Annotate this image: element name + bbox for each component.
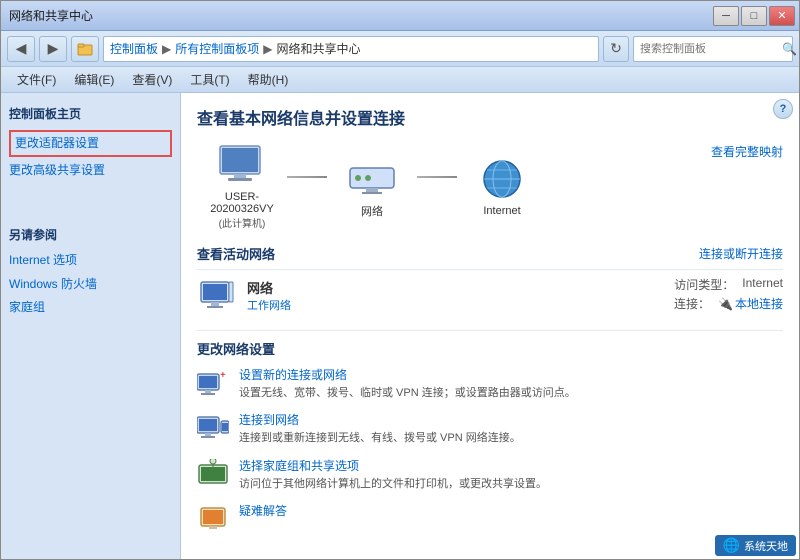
sidebar: 控制面板主页 更改适配器设置 更改高级共享设置 另请参阅 Internet 选项…: [1, 93, 181, 559]
watermark-text: 系统天地: [744, 538, 788, 554]
network-icon: [344, 155, 400, 199]
search-icon[interactable]: 🔍: [782, 42, 797, 56]
setting-item-1: 连接到网络 连接到或重新连接到无线、有线、拨号或 VPN 网络连接。: [197, 411, 783, 446]
connect-disconnect-link[interactable]: 连接或断开连接: [699, 245, 783, 262]
access-type-label: 访问类型：: [674, 276, 734, 293]
main-area: 控制面板主页 更改适配器设置 更改高级共享设置 另请参阅 Internet 选项…: [1, 93, 799, 559]
access-type-row: 访问类型： Internet: [674, 276, 783, 293]
sidebar-also-see: 另请参阅 Internet 选项 Windows 防火墙 家庭组: [9, 222, 172, 319]
menu-view[interactable]: 查看(V): [124, 69, 180, 90]
active-network-icon: [197, 277, 237, 313]
setting-content-2: 选择家庭组和共享选项 访问位于其他网络计算机上的文件和打印机，或更改共享设置。: [239, 457, 547, 492]
watermark-icon: 🌐: [723, 537, 740, 554]
breadcrumb-all-items[interactable]: 所有控制面板项: [175, 40, 259, 57]
computer-icon: [214, 143, 270, 187]
active-network-title: 查看活动网络: [197, 244, 275, 263]
net-line-1: [287, 176, 327, 178]
menu-tools[interactable]: 工具(T): [182, 69, 237, 90]
sidebar-link-internet-options[interactable]: Internet 选项: [9, 249, 172, 272]
internet-label: Internet: [483, 205, 520, 217]
net-line-2: [417, 176, 457, 178]
breadcrumb-control-panel[interactable]: 控制面板: [110, 40, 158, 57]
forward-button[interactable]: ▶: [39, 36, 67, 62]
breadcrumb: 控制面板 ▶ 所有控制面板项 ▶ 网络和共享中心: [103, 36, 599, 62]
view-full-map-link[interactable]: 查看完整映射: [711, 143, 783, 160]
watermark: 🌐 系统天地: [715, 535, 796, 556]
connection-icon: 🔌: [718, 297, 733, 311]
search-box: 🔍: [633, 36, 793, 62]
setting-link-3[interactable]: 疑难解答: [239, 502, 287, 519]
sidebar-main-title: 控制面板主页: [9, 105, 172, 122]
menu-file[interactable]: 文件(F): [9, 69, 64, 90]
active-network-details: 访问类型： Internet 连接： 🔌 本地连接: [674, 276, 783, 314]
connection-row: 连接： 🔌 本地连接: [674, 295, 783, 312]
setting-link-0[interactable]: 设置新的连接或网络: [239, 366, 576, 383]
setting-icon-0: +: [197, 366, 229, 398]
sidebar-link-adapter-settings[interactable]: 更改适配器设置: [9, 130, 172, 157]
setting-link-2[interactable]: 选择家庭组和共享选项: [239, 457, 547, 474]
menu-help[interactable]: 帮助(H): [240, 69, 297, 90]
menu-bar: 文件(F) 编辑(E) 查看(V) 工具(T) 帮助(H): [1, 67, 799, 93]
menu-edit[interactable]: 编辑(E): [66, 69, 122, 90]
sidebar-link-homegroup[interactable]: 家庭组: [9, 296, 172, 319]
connection-label: 连接：: [674, 295, 710, 312]
setting-content-0: 设置新的连接或网络 设置无线、宽带、拨号、临时或 VPN 连接；或设置路由器或访…: [239, 366, 576, 401]
active-network-main: 网络 工作网络: [247, 278, 674, 313]
minimize-button[interactable]: ─: [713, 6, 739, 26]
setting-desc-1: 连接到或重新连接到无线、有线、拨号或 VPN 网络连接。: [239, 432, 521, 444]
setting-content-1: 连接到网络 连接到或重新连接到无线、有线、拨号或 VPN 网络连接。: [239, 411, 521, 446]
network-label: 网络: [361, 203, 383, 219]
active-network-header: 查看活动网络 连接或断开连接: [197, 244, 783, 263]
access-type-value: Internet: [742, 276, 783, 293]
refresh-button[interactable]: ↻: [603, 36, 629, 62]
sidebar-link-firewall[interactable]: Windows 防火墙: [9, 273, 172, 296]
computer-label: USER-20200326VY: [197, 191, 287, 215]
setting-item-0: + 设置新的连接或网络 设置无线、宽带、拨号、临时或 VPN 连接；或设置路由器…: [197, 366, 783, 401]
maximize-button[interactable]: □: [741, 6, 767, 26]
sidebar-link-advanced-sharing[interactable]: 更改高级共享设置: [9, 159, 172, 182]
net-item-computer: USER-20200326VY (此计算机): [197, 143, 287, 230]
setting-desc-2: 访问位于其他网络计算机上的文件和打印机，或更改共享设置。: [239, 478, 547, 490]
close-button[interactable]: ✕: [769, 6, 795, 26]
title-bar: 网络和共享中心 ─ □ ✕: [1, 1, 799, 31]
main-window: 网络和共享中心 ─ □ ✕ ◀ ▶ 控制面板 ▶ 所有控制面板项 ▶ 网络和共享…: [0, 0, 800, 560]
internet-icon: [474, 157, 530, 201]
net-item-internet: Internet: [457, 157, 547, 217]
sidebar-also-see-title: 另请参阅: [9, 226, 172, 243]
active-network-row: 网络 工作网络 访问类型： Internet 连接： 🔌 本地连接: [197, 269, 783, 320]
folder-icon-button[interactable]: [71, 36, 99, 62]
address-bar: ◀ ▶ 控制面板 ▶ 所有控制面板项 ▶ 网络和共享中心 ↻ 🔍: [1, 31, 799, 67]
title-bar-controls: ─ □ ✕: [713, 6, 795, 26]
change-settings-title: 更改网络设置: [197, 330, 783, 358]
computer-sublabel: (此计算机): [219, 215, 266, 230]
active-network-name: 网络: [247, 278, 674, 297]
setting-content-3: 疑难解答: [239, 502, 287, 521]
setting-desc-0: 设置无线、宽带、拨号、临时或 VPN 连接；或设置路由器或访问点。: [239, 387, 576, 399]
connection-link[interactable]: 🔌 本地连接: [718, 295, 783, 312]
page-title: 查看基本网络信息并设置连接: [197, 105, 783, 129]
net-item-network: 网络: [327, 155, 417, 219]
content-area: ? 查看基本网络信息并设置连接 USER-20200326VY: [181, 93, 799, 559]
network-diagram: USER-20200326VY (此计算机): [197, 143, 783, 230]
connection-value: 本地连接: [735, 295, 783, 312]
svg-text:+: +: [220, 370, 226, 381]
back-button[interactable]: ◀: [7, 36, 35, 62]
setting-icon-2: [197, 457, 229, 489]
setting-link-1[interactable]: 连接到网络: [239, 411, 521, 428]
setting-icon-3: [197, 502, 229, 534]
setting-item-3: 疑难解答: [197, 502, 783, 534]
search-input[interactable]: [640, 43, 782, 55]
active-network-type-link[interactable]: 工作网络: [247, 297, 674, 313]
window-title: 网络和共享中心: [9, 7, 93, 24]
breadcrumb-current: 网络和共享中心: [277, 40, 361, 57]
setting-icon-1: [197, 411, 229, 443]
help-button[interactable]: ?: [773, 99, 793, 119]
setting-item-2: 选择家庭组和共享选项 访问位于其他网络计算机上的文件和打印机，或更改共享设置。: [197, 457, 783, 492]
